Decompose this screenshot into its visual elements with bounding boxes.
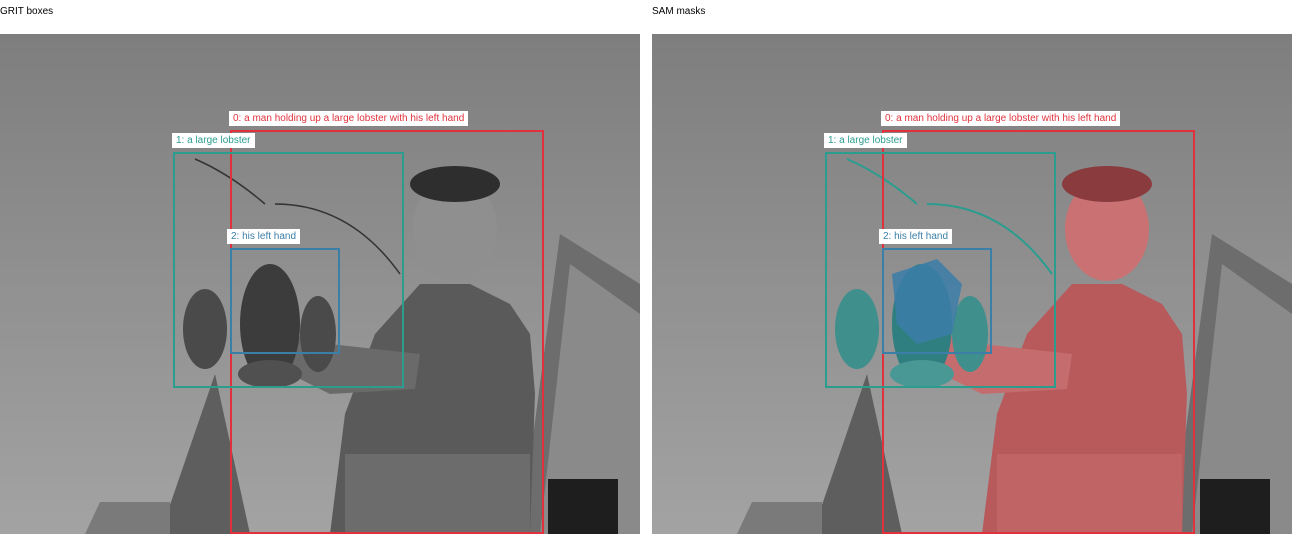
- panel-title-grit: GRIT boxes: [0, 6, 54, 17]
- sam-label-man: 0: a man holding up a large lobster with…: [881, 111, 1121, 126]
- sam-label-hand: 2: his left hand: [879, 229, 953, 244]
- grit-label-man: 0: a man holding up a large lobster with…: [229, 111, 469, 126]
- grit-label-lobster: 1: a large lobster: [172, 133, 255, 148]
- grit-box-hand: [230, 248, 340, 354]
- grit-label-hand: 2: his left hand: [227, 229, 301, 244]
- sam-box-hand: [882, 248, 992, 354]
- panel-title-sam: SAM masks: [652, 6, 706, 17]
- sam-label-lobster: 1: a large lobster: [824, 133, 907, 148]
